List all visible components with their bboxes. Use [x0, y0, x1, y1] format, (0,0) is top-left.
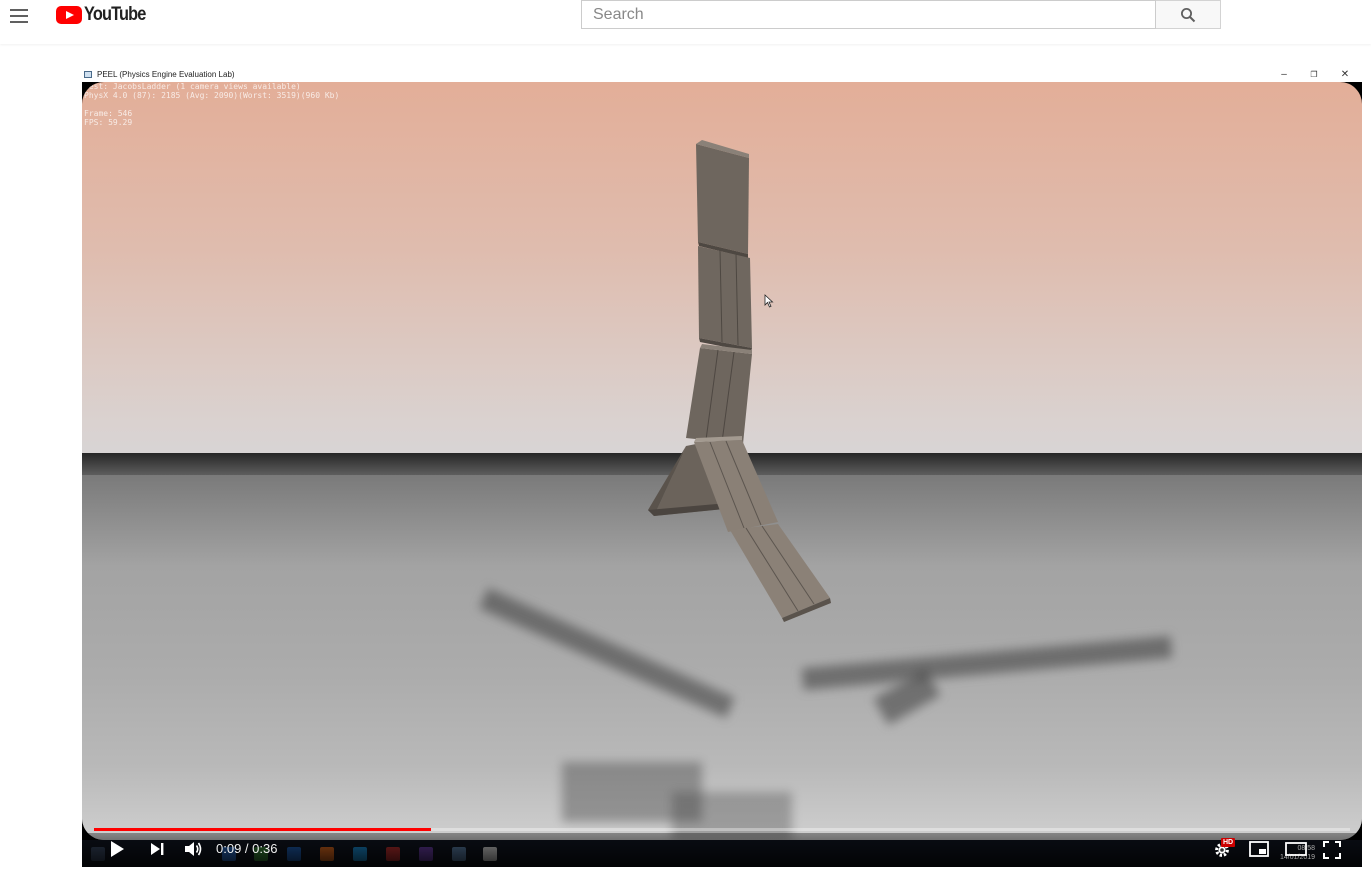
hud-engine-line: PhysX 4.0 (87): 2185 (Avg: 2090)(Worst: …: [84, 91, 340, 100]
recorded-window-titlebar: PEEL (Physics Engine Evaluation Lab) – ❐…: [82, 68, 1362, 82]
time-display: 0:09 / 0:36: [216, 841, 278, 856]
hud-test-line: Test: JacobsLadder (1 camera views avail…: [84, 82, 301, 91]
hud-frame-line: Frame: 546: [84, 109, 133, 118]
jacobs-ladder-boxes: [648, 140, 831, 622]
youtube-logo[interactable]: YouTube: [56, 4, 155, 25]
theater-icon: [1285, 842, 1307, 856]
recorded-window-title: PEEL (Physics Engine Evaluation Lab): [97, 70, 235, 79]
search-input[interactable]: [581, 0, 1156, 29]
mouse-cursor-icon: [764, 294, 774, 308]
ladder-box: [686, 344, 752, 444]
volume-button[interactable]: [183, 839, 203, 859]
youtube-play-logo-icon: [56, 6, 82, 24]
ladder-box: [730, 524, 831, 622]
hud-fps-line: FPS: 59.29: [84, 118, 133, 127]
next-icon: [151, 843, 164, 855]
miniplayer-button[interactable]: [1249, 841, 1269, 857]
hd-badge: HD: [1221, 838, 1236, 847]
play-button[interactable]: [109, 840, 125, 858]
window-restore-icon: ❐: [1310, 70, 1318, 79]
window-minimize-icon: –: [1281, 69, 1287, 80]
video-player[interactable]: PEEL (Physics Engine Evaluation Lab) – ❐…: [82, 68, 1362, 867]
progress-bar[interactable]: [94, 828, 1350, 831]
miniplayer-icon: [1249, 841, 1269, 857]
physics-hud: Test: JacobsLadder (1 camera views avail…: [84, 82, 339, 127]
search-button[interactable]: [1156, 0, 1221, 29]
play-icon: [111, 841, 124, 857]
fullscreen-icon: [1323, 841, 1341, 859]
ladder-box: [698, 246, 752, 352]
app-window-icon: [84, 71, 92, 78]
logo-text: YouTube: [84, 4, 146, 25]
video-frame-scene: Test: JacobsLadder (1 camera views avail…: [82, 82, 1362, 840]
search-icon: [1181, 7, 1196, 22]
masthead: YouTube: [0, 0, 1371, 44]
hamburger-menu-icon[interactable]: [8, 4, 32, 28]
theater-mode-button[interactable]: [1285, 841, 1307, 857]
progress-played: [94, 828, 431, 831]
volume-icon: [185, 842, 202, 856]
next-button[interactable]: [149, 841, 165, 857]
window-close-icon: ✕: [1340, 69, 1350, 80]
ladder-box: [696, 140, 749, 258]
fullscreen-button[interactable]: [1323, 841, 1341, 859]
